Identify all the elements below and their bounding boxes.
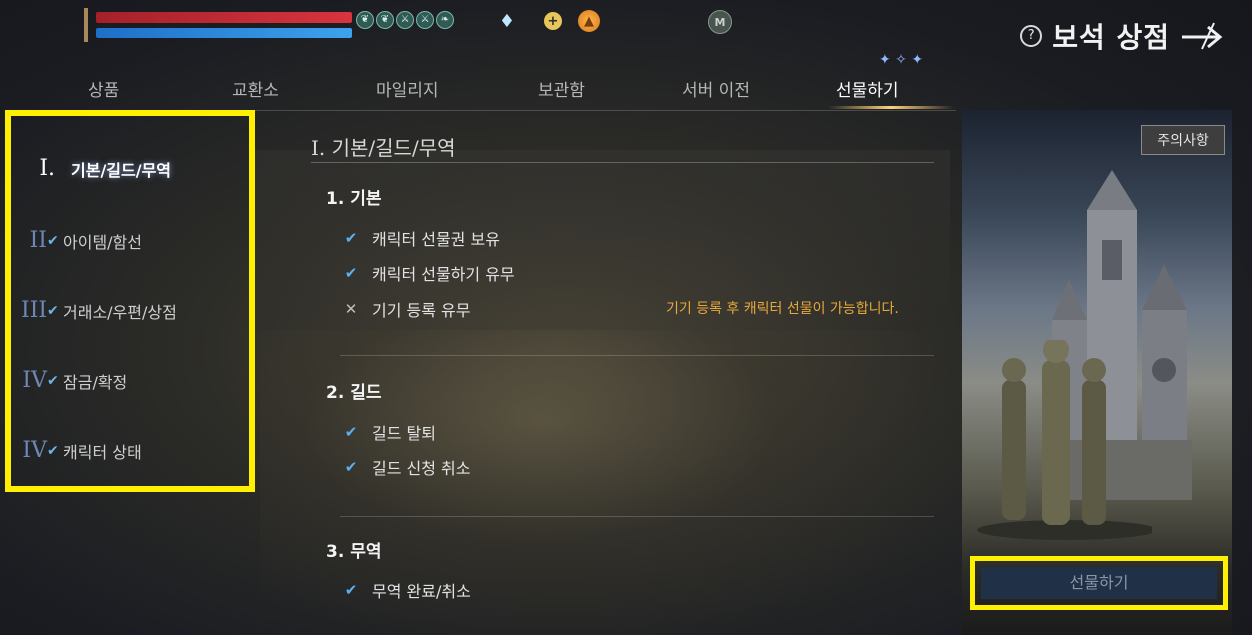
list-item-text: 캐릭터 선물권 보유 bbox=[372, 230, 500, 249]
notice-button[interactable]: 주의사항 bbox=[1141, 125, 1225, 155]
section-title: I. 기본/길드/무역 bbox=[311, 136, 456, 160]
list-item: ✔ 길드 신청 취소 bbox=[344, 455, 471, 479]
gold-coin-icon[interactable]: ▲ bbox=[578, 10, 600, 32]
tab-exchange[interactable]: 교환소 bbox=[232, 76, 279, 101]
check-icon: ✔ bbox=[344, 581, 358, 599]
list-item: ✔ 캐릭터 선물하기 유무 bbox=[344, 261, 515, 285]
player-status: ❦ ❦ ⚔ ⚔ ❧ bbox=[84, 8, 454, 42]
status-frame bbox=[84, 8, 88, 42]
gift-button[interactable]: 선물하기 bbox=[981, 567, 1217, 599]
buff-list: ❦ ❦ ⚔ ⚔ ❧ bbox=[356, 11, 454, 29]
sidebar-item-number: IV bbox=[22, 438, 47, 463]
sidebar-item-label: 잠금/확정 bbox=[63, 372, 128, 392]
sidebar-item-number: IV bbox=[22, 368, 47, 393]
hp-bar bbox=[96, 12, 352, 23]
list-item-text: 무역 완료/취소 bbox=[372, 582, 471, 601]
check-icon: ✔ bbox=[344, 264, 358, 282]
check-icon: ✔ bbox=[344, 229, 358, 247]
sidebar-item-lock-confirm[interactable]: IV ✔ 잠금/확정 bbox=[21, 368, 127, 393]
mileage-coin-icon[interactable]: M bbox=[708, 10, 732, 34]
group-divider bbox=[340, 516, 934, 517]
check-icon: ✔ bbox=[344, 423, 358, 441]
page-header: ? 보석 상점 bbox=[1020, 16, 1224, 56]
active-tab-indicator bbox=[828, 106, 954, 109]
diamond-icon[interactable]: ♦ bbox=[496, 10, 518, 32]
tab-mileage[interactable]: 마일리지 bbox=[376, 76, 439, 101]
plus-icon[interactable]: + bbox=[544, 12, 562, 30]
tab-gift[interactable]: 선물하기 bbox=[836, 76, 899, 101]
sidebar-item-items-ships[interactable]: II ✔ 아이템/함선 bbox=[21, 228, 142, 253]
sidebar-item-number: II bbox=[29, 228, 47, 253]
wing-buff-icon: ❧ bbox=[436, 11, 454, 29]
check-icon: ✔ bbox=[47, 372, 59, 389]
tab-products[interactable]: 상품 bbox=[88, 76, 119, 101]
group-title-guild: 2. 길드 bbox=[326, 383, 382, 403]
check-icon: ✔ bbox=[47, 442, 59, 459]
list-item: ✔ 길드 탈퇴 bbox=[344, 420, 436, 444]
list-item-text: 길드 탈퇴 bbox=[372, 424, 436, 443]
sword-buff-icon: ⚔ bbox=[416, 11, 434, 29]
page-title: 보석 상점 bbox=[1052, 21, 1170, 54]
list-item: ✔ 캐릭터 선물권 보유 bbox=[344, 226, 500, 250]
help-icon[interactable]: ? bbox=[1020, 25, 1043, 47]
gift-button-highlight: 선물하기 bbox=[970, 556, 1228, 610]
cross-icon: ✕ bbox=[344, 300, 358, 318]
leaf-buff-icon: ❦ bbox=[376, 11, 394, 29]
back-arrow-icon[interactable] bbox=[1180, 21, 1224, 51]
sidebar-item-label: 거래소/우편/상점 bbox=[63, 302, 177, 322]
tab-bar: 상품 교환소 마일리지 보관함 서버 이전 선물하기 ✦ ✧ ✦ bbox=[36, 52, 956, 111]
sidebar-item-exchange-mail-shop[interactable]: III ✔ 거래소/우편/상점 bbox=[21, 298, 177, 323]
list-item: ✔ 무역 완료/취소 bbox=[344, 578, 471, 602]
check-icon: ✔ bbox=[47, 232, 59, 249]
sidebar-item-number: III bbox=[21, 298, 48, 323]
list-item-text: 캐릭터 선물하기 유무 bbox=[372, 265, 515, 284]
group-title-trade: 3. 무역 bbox=[326, 542, 382, 562]
group-title-basic: 1. 기본 bbox=[326, 189, 382, 209]
group-divider bbox=[340, 355, 934, 356]
sidebar-item-number: I. bbox=[39, 156, 55, 181]
tab-server-transfer[interactable]: 서버 이전 bbox=[682, 76, 750, 101]
section-divider bbox=[311, 162, 934, 163]
tab-storage[interactable]: 보관함 bbox=[538, 76, 585, 101]
list-item-text: 기기 등록 유무 bbox=[372, 301, 471, 320]
sidebar-item-label: 아이템/함선 bbox=[63, 232, 142, 252]
statues-illustration bbox=[977, 340, 1152, 540]
list-item: ✕ 기기 등록 유무 bbox=[344, 297, 471, 321]
sword-buff-icon: ⚔ bbox=[396, 11, 414, 29]
tab-ornament-icon: ✦ ✧ ✦ bbox=[879, 52, 924, 68]
mp-bar bbox=[96, 28, 352, 38]
device-registration-note: 기기 등록 후 캐릭터 선물이 가능합니다. bbox=[666, 301, 899, 317]
check-icon: ✔ bbox=[344, 458, 358, 476]
leaf-buff-icon: ❦ bbox=[356, 11, 374, 29]
sidebar-item-basic-guild-trade[interactable]: I. 기본/길드/무역 bbox=[29, 156, 171, 181]
sidebar-item-character-status[interactable]: IV ✔ 캐릭터 상태 bbox=[21, 438, 142, 463]
list-item-text: 길드 신청 취소 bbox=[372, 459, 471, 478]
category-sidebar: I. 기본/길드/무역 II ✔ 아이템/함선 III ✔ 거래소/우편/상점 … bbox=[5, 110, 255, 492]
check-icon: ✔ bbox=[47, 302, 59, 319]
sidebar-item-label: 기본/길드/무역 bbox=[71, 160, 172, 180]
sidebar-item-label: 캐릭터 상태 bbox=[63, 442, 142, 462]
